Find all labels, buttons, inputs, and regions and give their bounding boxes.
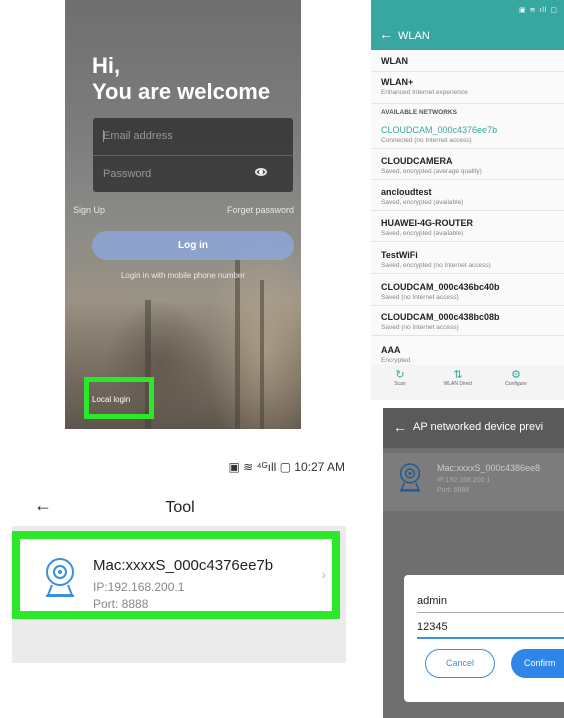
device-mac: Mac:xxxxS_000c4376ee7b bbox=[93, 557, 274, 574]
login-dialog: admin 12345 Cancel Confirm bbox=[404, 575, 564, 702]
back-arrow-icon[interactable]: ← bbox=[379, 26, 393, 42]
section-header: AVAILABLE NETWORKS bbox=[381, 109, 457, 116]
network-row[interactable]: ancloudtest Saved, encrypted (available) bbox=[371, 183, 564, 211]
wlan-plus-row[interactable]: WLAN+ Enhanced Internet experience bbox=[371, 72, 564, 104]
network-status: Saved, encrypted (average quality) bbox=[381, 168, 482, 175]
device-mac: Mac:xxxxS_000c4386ee8 bbox=[437, 463, 541, 473]
greeting-line-2: You are welcome bbox=[92, 79, 271, 104]
network-row[interactable]: HUAWEI-4G-ROUTER Saved, encrypted (avail… bbox=[371, 214, 564, 242]
network-status: Connected (no Internet access) bbox=[381, 137, 472, 144]
wlan-plus-label: WLAN+ bbox=[381, 77, 414, 87]
configure-button[interactable]: ⚙ Configure bbox=[491, 368, 541, 387]
scan-button[interactable]: ↻ Scan bbox=[375, 368, 425, 387]
device-ip: IP:192.168.200.1 bbox=[93, 580, 185, 594]
camera-icon bbox=[46, 558, 74, 597]
device-card[interactable]: Mac:xxxxS_000c4386ee8 IP:192.168.200.1 P… bbox=[383, 453, 564, 511]
cancel-button[interactable]: Cancel bbox=[425, 649, 495, 678]
wifi-direct-icon: ⇅ bbox=[453, 369, 463, 381]
login-form: Email address Password bbox=[93, 118, 293, 192]
ap-preview-screen: ← AP networked device previ Mac:xxxxS_00… bbox=[383, 408, 564, 718]
page-title: AP networked device previ bbox=[413, 421, 544, 433]
network-status: Saved, encrypted (no Internet access) bbox=[381, 262, 491, 269]
local-login-highlight: Local login bbox=[84, 377, 154, 419]
login-button[interactable]: Log in bbox=[92, 231, 294, 260]
refresh-icon: ↻ bbox=[395, 369, 405, 381]
wlan-screen: ▣ ≋ ıll ▢ ← WLAN WLAN WLAN+ Enhanced Int… bbox=[371, 0, 564, 400]
sign-up-link[interactable]: Sign Up bbox=[73, 205, 105, 215]
network-ssid: CLOUDCAM_000c436bc40b bbox=[381, 282, 500, 292]
wlan-plus-sub: Enhanced Internet experience bbox=[381, 89, 468, 96]
welcome-heading: Hi, You are welcome bbox=[92, 53, 270, 105]
network-row[interactable]: TestWiFi Saved, encrypted (no Internet a… bbox=[371, 246, 564, 274]
camera-icon bbox=[399, 463, 421, 492]
password-field[interactable]: Password bbox=[103, 168, 151, 180]
network-row[interactable]: CLOUDCAM_000c4376ee7b Connected (no Inte… bbox=[371, 121, 564, 149]
network-row[interactable]: CLOUDCAMERA Saved, encrypted (average qu… bbox=[371, 152, 564, 180]
device-port: Port: 8888 bbox=[93, 597, 149, 611]
field-divider bbox=[93, 155, 293, 156]
email-field[interactable]: Email address bbox=[103, 130, 173, 142]
back-arrow-icon[interactable]: ← bbox=[393, 419, 407, 435]
local-login-button[interactable]: Local login bbox=[92, 395, 130, 404]
network-ssid: CLOUDCAM_000c4376ee7b bbox=[381, 125, 498, 135]
device-card[interactable]: Mac:xxxxS_000c4376ee7b IP:192.168.200.1 … bbox=[12, 531, 340, 619]
field-underline bbox=[417, 612, 564, 613]
ap-header: ← AP networked device previ bbox=[383, 408, 564, 448]
network-ssid: AAA bbox=[381, 345, 401, 355]
wlan-bottom-bar: ↻ Scan ⇅ WLAN Direct ⚙ Configure bbox=[371, 365, 564, 400]
greeting-line-1: Hi, bbox=[92, 53, 121, 78]
background-post bbox=[260, 280, 264, 429]
status-icons: ▣ ≋ ıll ▢ bbox=[519, 7, 558, 14]
tool-screen: ▣ ≋ ⁴ᴳıll ▢ 10:27 AM ← Tool Mac:xxxxS_00… bbox=[0, 445, 360, 718]
chevron-right-icon: › bbox=[321, 566, 326, 582]
network-ssid: HUAWEI-4G-ROUTER bbox=[381, 218, 473, 228]
network-row[interactable]: AAA Encrypted bbox=[371, 341, 564, 367]
gear-icon: ⚙ bbox=[511, 369, 521, 381]
network-ssid: TestWiFi bbox=[381, 250, 418, 260]
wlan-label: WLAN bbox=[381, 56, 408, 66]
network-status: Saved, encrypted (available) bbox=[381, 199, 464, 206]
network-status: Saved, encrypted (available) bbox=[381, 230, 464, 237]
field-underline-focused bbox=[417, 637, 564, 639]
forget-password-link[interactable]: Forget password bbox=[227, 205, 294, 215]
confirm-button[interactable]: Confirm bbox=[511, 649, 564, 678]
network-row[interactable]: CLOUDCAM_000c438bc08b Saved (no Internet… bbox=[371, 308, 564, 336]
login-screen: Hi, You are welcome Email address Passwo… bbox=[65, 0, 301, 429]
password-field[interactable]: 12345 bbox=[417, 621, 448, 633]
wlan-direct-label: WLAN Direct bbox=[443, 381, 473, 387]
device-ip: IP:192.168.200.1 bbox=[437, 477, 491, 484]
network-ssid: CLOUDCAMERA bbox=[381, 156, 453, 166]
show-password-icon[interactable] bbox=[255, 168, 267, 176]
wlan-header: ▣ ≋ ıll ▢ ← WLAN bbox=[371, 0, 564, 50]
phone-login-link[interactable]: Login in with mobile phone number bbox=[65, 271, 301, 280]
network-status: Encrypted bbox=[381, 357, 411, 364]
network-status: Saved (no Internet access) bbox=[381, 294, 459, 301]
page-title: Tool bbox=[165, 499, 195, 516]
username-field[interactable]: admin bbox=[417, 595, 447, 607]
wlan-title: WLAN bbox=[398, 30, 430, 42]
network-ssid: ancloudtest bbox=[381, 187, 432, 197]
status-bar: ▣ ≋ ⁴ᴳıll ▢ 10:27 AM bbox=[228, 460, 345, 474]
network-status: Saved (no Internet access) bbox=[381, 324, 459, 331]
wlan-toggle-row[interactable]: WLAN bbox=[371, 50, 564, 72]
scan-label: Scan bbox=[394, 381, 406, 387]
network-row[interactable]: CLOUDCAM_000c436bc40b Saved (no Internet… bbox=[371, 278, 564, 306]
wlan-direct-button[interactable]: ⇅ WLAN Direct bbox=[433, 368, 483, 387]
background-post bbox=[235, 260, 240, 429]
network-ssid: CLOUDCAM_000c438bc08b bbox=[381, 312, 500, 322]
device-port: Port: 8888 bbox=[437, 487, 470, 494]
configure-label: Configure bbox=[505, 381, 527, 387]
